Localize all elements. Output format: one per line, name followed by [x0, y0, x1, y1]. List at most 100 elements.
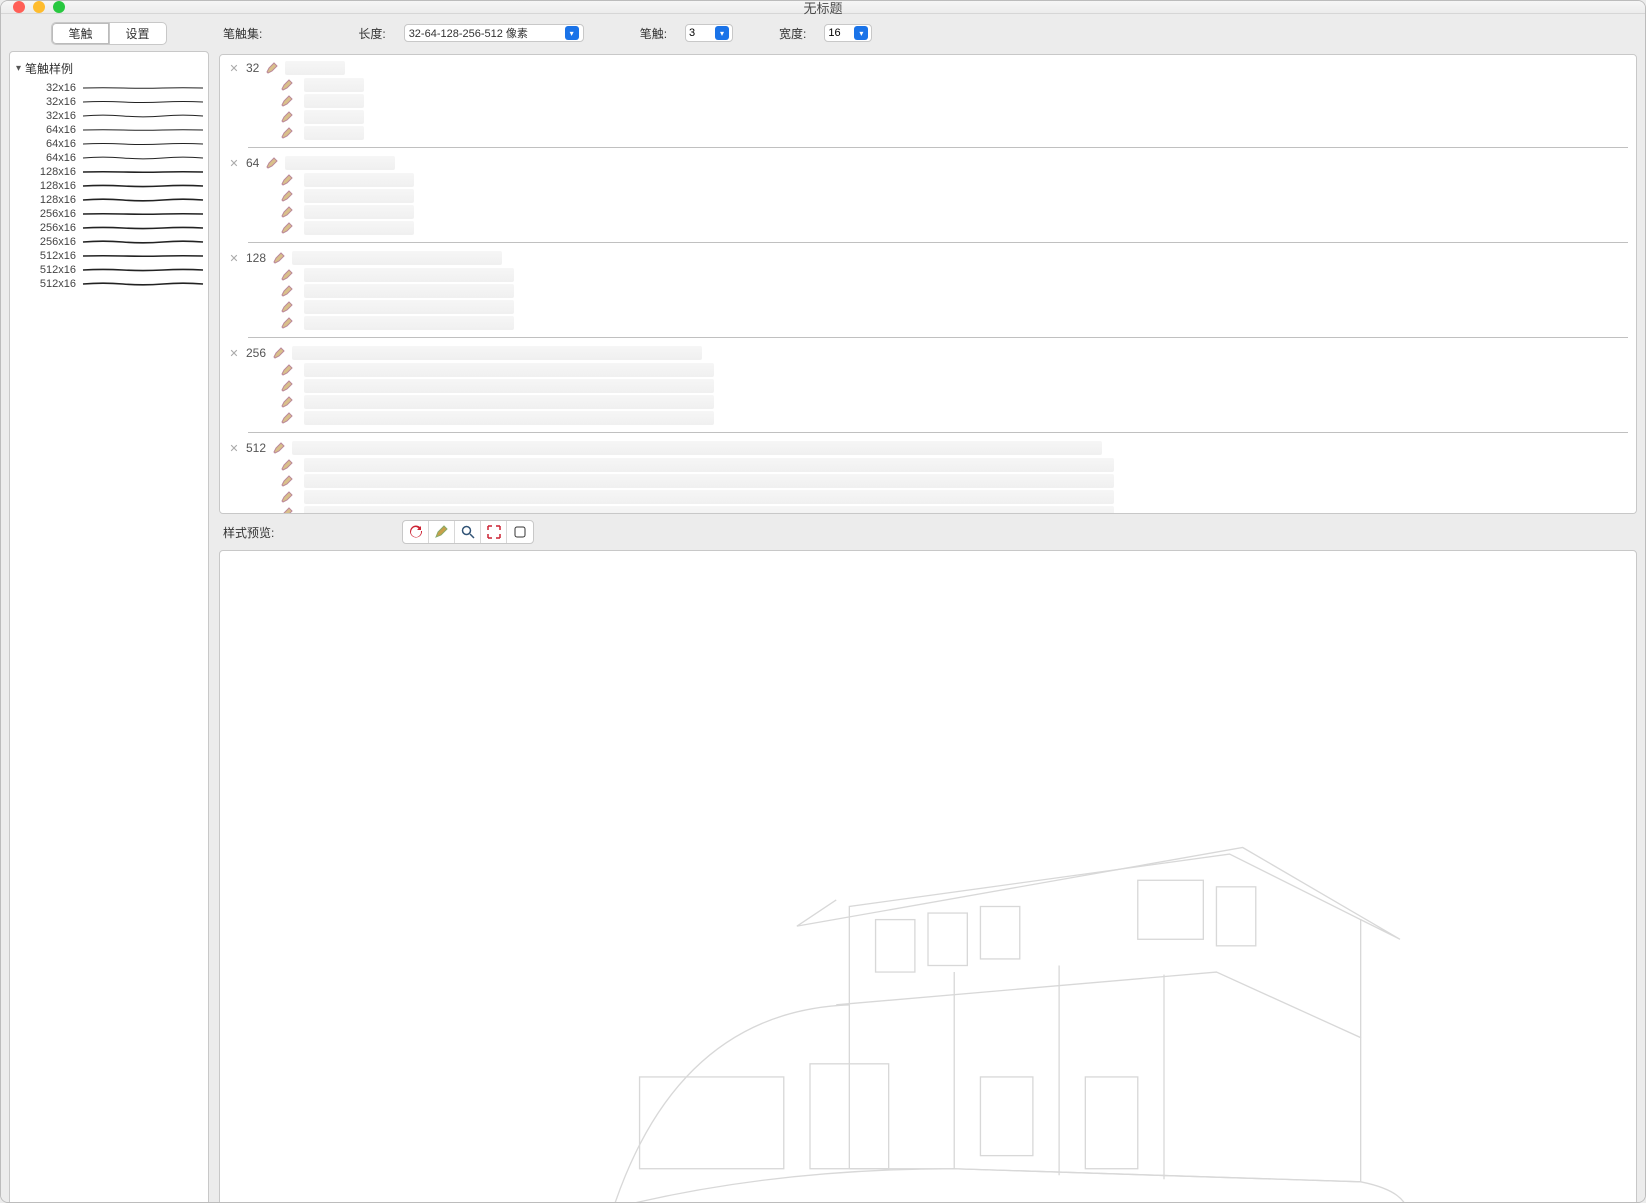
stroke-samples-header[interactable]: 笔触样例: [14, 58, 204, 81]
close-icon[interactable]: ✕: [228, 157, 240, 170]
width-stepper[interactable]: ▾: [824, 24, 872, 42]
stroke-sample-item[interactable]: 512x16: [14, 249, 204, 263]
brush-icon: [272, 441, 286, 455]
close-icon[interactable]: ✕: [228, 347, 240, 360]
stroke-sample-item[interactable]: 32x16: [14, 81, 204, 95]
stroke-row[interactable]: [228, 172, 1628, 188]
brush-icon: [280, 379, 294, 393]
brush-icon: [272, 251, 286, 265]
brush-button[interactable]: [429, 521, 455, 543]
stroke-sample-item[interactable]: 64x16: [14, 151, 204, 165]
brush-icon: [280, 94, 294, 108]
minimize-icon[interactable]: [33, 1, 45, 13]
stroke-sample-dims: 256x16: [32, 222, 76, 234]
stroke-row[interactable]: [228, 125, 1628, 141]
maximize-icon[interactable]: [53, 1, 65, 13]
stroke-sample-item[interactable]: 32x16: [14, 95, 204, 109]
stroke-count-input[interactable]: [689, 27, 711, 39]
stroke-sample-preview: [82, 183, 204, 189]
stroke-sample-item[interactable]: 256x16: [14, 235, 204, 249]
stroke-row[interactable]: [228, 77, 1628, 93]
stroke-bar: [292, 441, 1102, 455]
stroke-bar: [304, 173, 414, 187]
stroke-bar: [304, 110, 364, 124]
zoom-button[interactable]: [455, 521, 481, 543]
stroke-row[interactable]: [228, 109, 1628, 125]
stroke-sample-item[interactable]: 32x16: [14, 109, 204, 123]
stroke-row[interactable]: [228, 220, 1628, 236]
stroke-row[interactable]: [228, 378, 1628, 394]
stroke-size-label: 128: [246, 251, 266, 265]
stroke-sample-preview: [82, 85, 204, 91]
stroke-row[interactable]: [228, 410, 1628, 426]
strokeset-label: 笔触集:: [223, 25, 262, 42]
stroke-sample-preview: [82, 141, 204, 147]
stroke-bar: [304, 221, 414, 235]
stroke-sample-item[interactable]: 512x16: [14, 277, 204, 291]
stroke-sample-dims: 32x16: [32, 110, 76, 122]
preview-image: [220, 551, 1636, 1203]
stroke-row[interactable]: [228, 299, 1628, 315]
zoom-icon: [460, 524, 476, 540]
stroke-sample-item[interactable]: 256x16: [14, 221, 204, 235]
stroke-row[interactable]: [228, 315, 1628, 331]
refresh-button[interactable]: [403, 521, 429, 543]
refresh-icon: [408, 524, 424, 540]
preview-label: 样式预览:: [223, 524, 274, 541]
brush-icon: [280, 490, 294, 504]
stroke-row[interactable]: [228, 362, 1628, 378]
fit-button[interactable]: [481, 521, 507, 543]
stroke-row[interactable]: [228, 489, 1628, 505]
stepper-icon: ▾: [715, 26, 729, 40]
stroke-row[interactable]: [228, 267, 1628, 283]
stroke-sample-item[interactable]: 512x16: [14, 263, 204, 277]
close-icon[interactable]: ✕: [228, 442, 240, 455]
width-input[interactable]: [828, 27, 850, 39]
stroke-row[interactable]: [228, 473, 1628, 489]
close-icon[interactable]: [13, 1, 25, 13]
stroke-sample-item[interactable]: 64x16: [14, 123, 204, 137]
stroke-bar: [292, 251, 502, 265]
tab-strokes[interactable]: 笔触: [51, 22, 108, 45]
preview-canvas[interactable]: [219, 550, 1637, 1203]
clear-button[interactable]: [507, 521, 533, 543]
stroke-sample-item[interactable]: 128x16: [14, 165, 204, 179]
stroke-sample-item[interactable]: 64x16: [14, 137, 204, 151]
brush-icon: [280, 316, 294, 330]
stroke-row[interactable]: [228, 505, 1628, 514]
stroke-sample-dims: 512x16: [32, 264, 76, 276]
stroke-row[interactable]: [228, 204, 1628, 220]
stroke-samples-header-label: 笔触样例: [25, 60, 73, 77]
stroke-sample-dims: 64x16: [32, 152, 76, 164]
stroke-row[interactable]: [228, 93, 1628, 109]
strokeset-panel: ✕32✕64✕128✕256✕512: [219, 54, 1637, 514]
fit-icon: [486, 524, 502, 540]
stroke-bar: [304, 458, 1114, 472]
preview-toolbar: 样式预览:: [219, 520, 1637, 544]
stroke-count-label: 笔触:: [640, 25, 667, 42]
brush-icon: [280, 268, 294, 282]
stroke-bar: [304, 474, 1114, 488]
stroke-size-label: 512: [246, 441, 266, 455]
stroke-bar: [304, 284, 514, 298]
stroke-sample-dims: 256x16: [32, 236, 76, 248]
stroke-count-stepper[interactable]: ▾: [685, 24, 733, 42]
divider: [248, 147, 1628, 148]
close-icon[interactable]: ✕: [228, 62, 240, 75]
stroke-sample-item[interactable]: 128x16: [14, 179, 204, 193]
length-select[interactable]: 32-64-128-256-512 像素 ▾: [404, 24, 584, 42]
stroke-sample-item[interactable]: 256x16: [14, 207, 204, 221]
window-body: 笔触 设置 笔触样例 32x1632x1632x1664x1664x1664x1…: [1, 14, 1645, 1203]
length-value: 32-64-128-256-512 像素: [409, 25, 528, 41]
stroke-row[interactable]: [228, 394, 1628, 410]
tab-settings[interactable]: 设置: [109, 22, 167, 45]
stroke-row[interactable]: [228, 283, 1628, 299]
stroke-bar: [304, 94, 364, 108]
brush-icon: [280, 395, 294, 409]
stroke-row[interactable]: [228, 188, 1628, 204]
stroke-size-header: ✕64: [228, 154, 1628, 172]
close-icon[interactable]: ✕: [228, 252, 240, 265]
stroke-bar: [304, 363, 714, 377]
stroke-sample-item[interactable]: 128x16: [14, 193, 204, 207]
stroke-row[interactable]: [228, 457, 1628, 473]
